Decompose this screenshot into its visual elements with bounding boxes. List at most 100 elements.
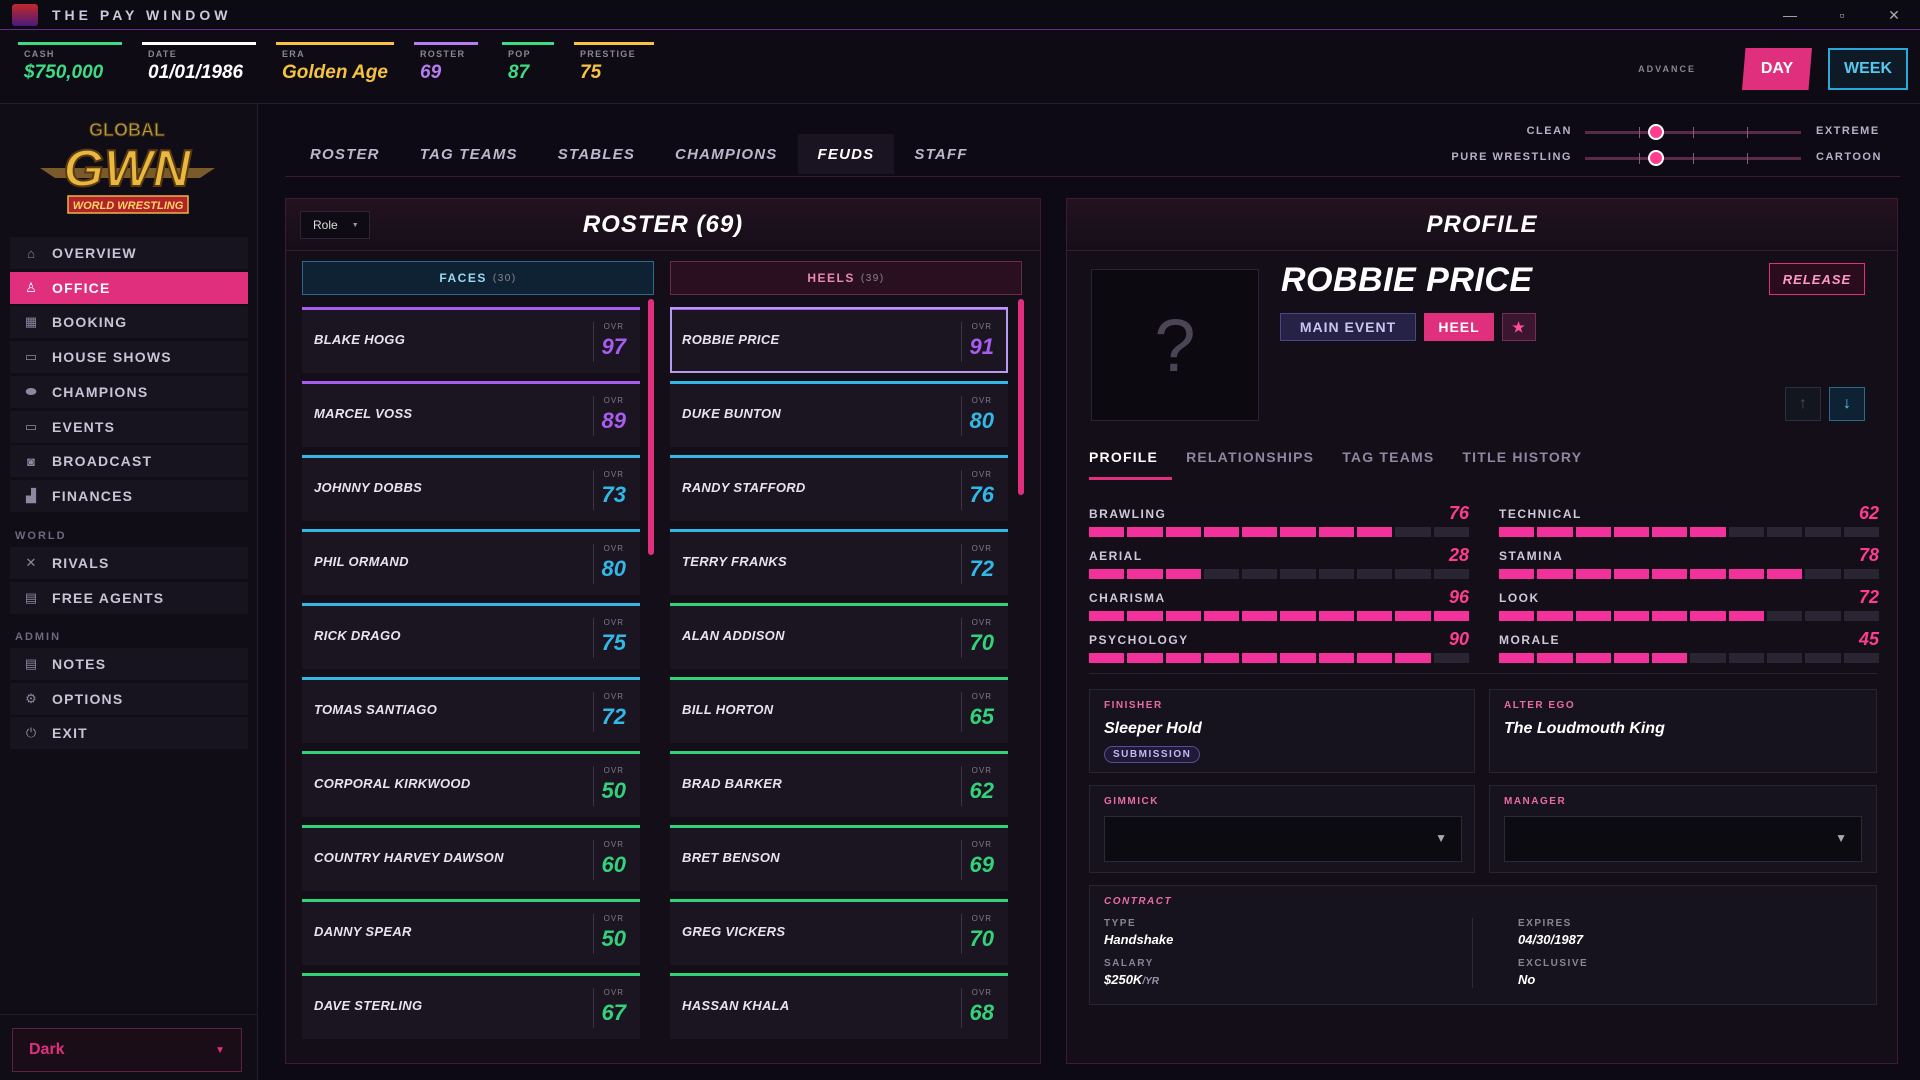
finisher-label: FINISHER — [1104, 700, 1163, 711]
sidebar-item-notes[interactable]: ▤ NOTES — [10, 648, 248, 680]
ovr-value: 50 — [601, 926, 626, 951]
tab-stables[interactable]: STABLES — [538, 134, 655, 174]
profile-tab-profile[interactable]: PROFILE — [1089, 439, 1173, 480]
arrow-down-icon[interactable]: ↓ — [1829, 387, 1865, 421]
faces-scrollbar[interactable] — [648, 299, 654, 555]
sidebar-item-broadcast[interactable]: ◙ BROADCAST — [10, 445, 248, 478]
attribute-bar — [1089, 569, 1469, 579]
sidebar-item-finances[interactable]: ▟ FINANCES — [10, 479, 248, 512]
ovr-label: OVR — [603, 470, 624, 479]
camera-icon: ◙ — [27, 453, 35, 469]
wrestler-name: DANNY SPEAR — [314, 924, 412, 939]
wrestler-card[interactable]: BILL HORTON OVR 65 — [670, 677, 1008, 743]
arrow-up-icon[interactable]: ↑ — [1785, 387, 1821, 421]
ovr-value: 60 — [601, 852, 626, 877]
wrestler-card[interactable]: RANDY STAFFORD OVR 76 — [670, 455, 1008, 521]
wrestler-card[interactable]: BLAKE HOGG OVR 97 — [302, 307, 640, 373]
sidebar-item-rivals[interactable]: ✕ RIVALS — [10, 547, 248, 579]
manager-select[interactable]: ▼ — [1504, 816, 1862, 862]
wrestler-card[interactable]: DANNY SPEAR OVR 50 — [302, 899, 640, 965]
ovr-value: 72 — [601, 704, 626, 729]
attribute-value: 62 — [1858, 503, 1879, 523]
close-icon[interactable]: ✕ — [1868, 0, 1920, 30]
card-position-badge[interactable]: MAIN EVENT — [1280, 313, 1416, 341]
slider-knob[interactable] — [1648, 124, 1665, 140]
expires-label: EXPIRES — [1518, 918, 1572, 929]
ovr-value: 50 — [601, 778, 626, 803]
minimize-icon[interactable]: — — [1764, 0, 1816, 30]
wrestler-card[interactable]: BRAD BARKER OVR 62 — [670, 751, 1008, 817]
wrestler-card[interactable]: TOMAS SANTIAGO OVR 72 — [302, 677, 640, 743]
wrestler-card[interactable]: BRET BENSON OVR 69 — [670, 825, 1008, 891]
sidebar-item-exit[interactable]: ⏻ EXIT — [10, 717, 248, 750]
faces-column-header[interactable]: FACES (30) — [302, 261, 654, 295]
stat-value: Golden Age — [282, 62, 388, 83]
slider-knob[interactable] — [1648, 150, 1665, 166]
gimmick-label: GIMMICK — [1104, 796, 1159, 807]
tab-staff[interactable]: STAFF — [894, 134, 987, 174]
star-icon[interactable]: ★ — [1502, 313, 1536, 341]
stat-value: 75 — [580, 62, 602, 83]
profile-tab-title-history[interactable]: TITLE HISTORY — [1462, 439, 1596, 480]
wrestler-card[interactable]: TERRY FRANKS OVR 72 — [670, 529, 1008, 595]
sidebar-item-champions[interactable]: ⬬ CHAMPIONS — [10, 375, 248, 408]
sidebar-item-house-shows[interactable]: ▭ HOUSE SHOWS — [10, 341, 248, 374]
faces-list: BLAKE HOGG OVR 97 MARCEL VOSS OVR 89 JOHNNY DO… — [302, 307, 640, 1051]
wrestler-card[interactable]: JOHNNY DOBBS OVR 73 — [302, 455, 640, 521]
wrestler-name: TERRY FRANKS — [682, 554, 787, 569]
svg-text:GWN: GWN — [63, 140, 192, 198]
stat-cash: CASH $750,000 — [18, 42, 122, 84]
attribute-bar — [1499, 527, 1879, 537]
sidebar-item-overview[interactable]: ⌂ OVERVIEW — [10, 237, 248, 269]
wrestler-card[interactable]: COUNTRY HARVEY DAWSON OVR 60 — [302, 825, 640, 891]
heels-scrollbar[interactable] — [1018, 299, 1024, 495]
alignment-badge[interactable]: HEEL — [1424, 313, 1494, 341]
sidebar-item-office[interactable]: ♙ OFFICE — [10, 271, 248, 304]
wrestler-card[interactable]: PHIL ORMAND OVR 80 — [302, 529, 640, 595]
attribute-bar — [1089, 653, 1469, 663]
sidebar-item-events[interactable]: ▭ EVENTS — [10, 410, 248, 443]
wrestler-card[interactable]: DUKE BUNTON OVR 80 — [670, 381, 1008, 447]
stat-label: CASH — [24, 49, 55, 59]
alter-ego-box: ALTER EGO The Loudmouth King — [1489, 689, 1877, 773]
wrestler-card[interactable]: CORPORAL KIRKWOOD OVR 50 — [302, 751, 640, 817]
role-filter-dropdown[interactable]: Role ▼ — [300, 211, 370, 239]
ovr-label: OVR — [603, 914, 624, 923]
ovr-label: OVR — [603, 840, 624, 849]
wrestler-name: GREG VICKERS — [682, 924, 786, 939]
profile-tab-tag-teams[interactable]: TAG TEAMS — [1342, 439, 1448, 480]
theme-select[interactable]: Dark ▼ — [12, 1028, 242, 1072]
stat-era: ERA Golden Age — [276, 42, 394, 84]
sidebar-item-booking[interactable]: ▦ BOOKING — [10, 306, 248, 339]
ovr-value: 65 — [969, 704, 994, 729]
wrestler-card[interactable]: HASSAN KHALA OVR 68 — [670, 973, 1008, 1039]
tab-roster[interactable]: ROSTER — [290, 134, 400, 174]
wrestler-card[interactable]: MARCEL VOSS OVR 89 — [302, 381, 640, 447]
wrestler-card[interactable]: ROBBIE PRICE OVR 91 — [670, 307, 1008, 373]
maximize-icon[interactable]: ▫ — [1816, 0, 1868, 30]
advance-day-button[interactable]: DAY — [1742, 48, 1812, 90]
sidebar-item-options[interactable]: ⚙ OPTIONS — [10, 682, 248, 715]
belt-icon: ⬬ — [25, 383, 37, 399]
heels-column-header[interactable]: HEELS (39) — [670, 261, 1022, 295]
release-button[interactable]: RELEASE — [1769, 263, 1865, 295]
wrestler-card[interactable]: ALAN ADDISON OVR 70 — [670, 603, 1008, 669]
tab-feuds[interactable]: FEUDS — [797, 134, 895, 174]
roster-title: ROSTER (69) — [286, 199, 1040, 251]
svg-text:GLOBAL: GLOBAL — [89, 120, 165, 140]
chevron-down-icon: ▼ — [215, 1044, 225, 1056]
tab-champions[interactable]: CHAMPIONS — [655, 134, 797, 174]
advance-week-button[interactable]: WEEK — [1828, 48, 1908, 90]
wrestler-card[interactable]: GREG VICKERS OVR 70 — [670, 899, 1008, 965]
wrestler-card[interactable]: DAVE STERLING OVR 67 — [302, 973, 640, 1039]
gimmick-select[interactable]: ▼ — [1104, 816, 1462, 862]
ovr-label: OVR — [971, 470, 992, 479]
attribute-charisma: CHARISMA 96 — [1089, 587, 1469, 627]
roster-panel: ROSTER (69) Role ▼ FACES (30) HEELS (39) BL… — [285, 198, 1041, 1064]
profile-tab-relationships[interactable]: RELATIONSHIPS — [1186, 439, 1328, 480]
attribute-value: 45 — [1858, 629, 1879, 649]
wrestler-card[interactable]: RICK DRAGO OVR 75 — [302, 603, 640, 669]
sidebar-item-free-agents[interactable]: ▤ FREE AGENTS — [10, 581, 248, 614]
tab-tag-teams[interactable]: TAG TEAMS — [400, 134, 538, 174]
notes-icon: ▤ — [24, 656, 38, 671]
